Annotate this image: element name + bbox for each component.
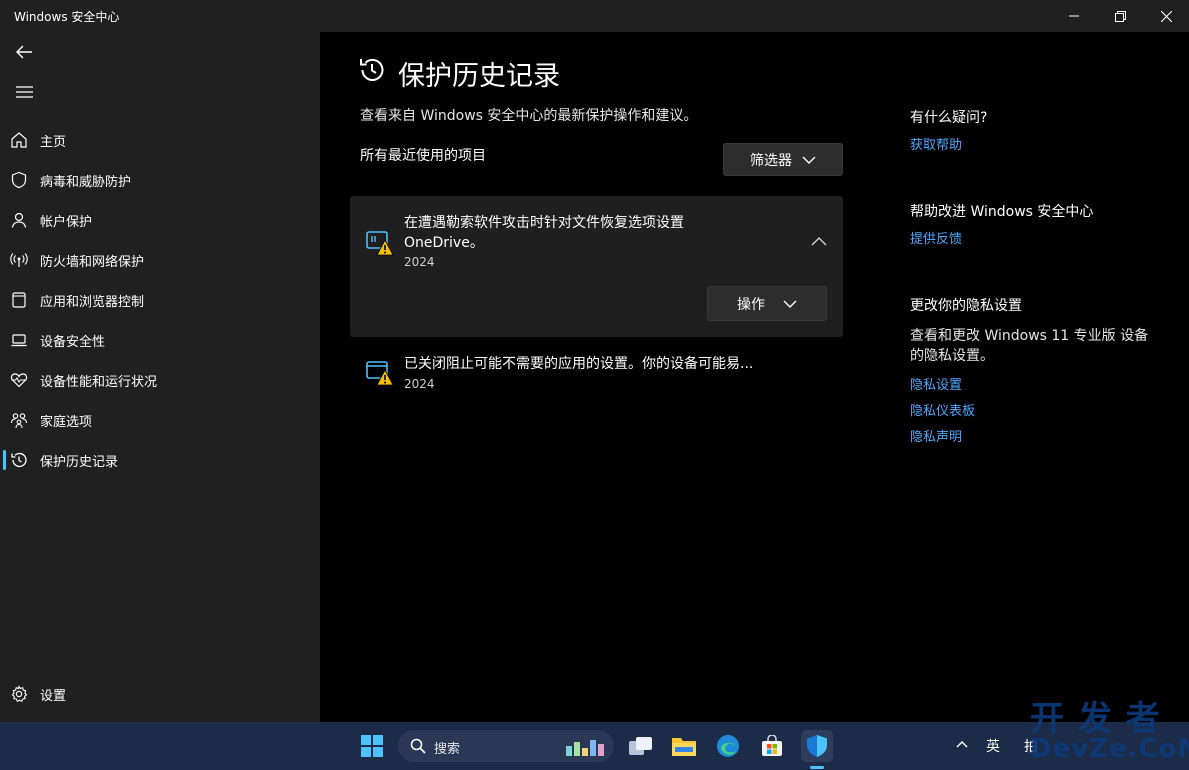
taskbar: 搜索 英 拍: [0, 722, 1189, 770]
task-view-button[interactable]: [625, 730, 657, 762]
gear-icon: [11, 685, 28, 703]
chevron-up-icon: [811, 236, 827, 245]
minimize-button[interactable]: [1051, 0, 1097, 32]
privacy-settings-link[interactable]: 隐私设置: [910, 374, 962, 393]
sidebar-item-virus-protection[interactable]: 病毒和威胁防护: [0, 162, 320, 198]
card-title: 已关闭阻止可能不需要的应用的设置。你的设备可能易...: [404, 356, 754, 372]
restore-button[interactable]: [1097, 0, 1143, 32]
privacy-statement-link[interactable]: 隐私声明: [910, 426, 962, 445]
taskbar-search[interactable]: 搜索: [398, 730, 614, 762]
history-icon: [360, 58, 384, 81]
search-highlight-icon: [566, 740, 604, 756]
sidebar-item-label: 家庭选项: [40, 414, 93, 430]
history-card[interactable]: 已关闭阻止可能不需要的应用的设置。你的设备可能易... 2024: [350, 348, 843, 404]
restore-icon: [1114, 10, 1126, 22]
close-button[interactable]: [1143, 0, 1189, 32]
chevron-down-icon: [802, 156, 816, 164]
close-icon: [1160, 10, 1172, 22]
collapse-button[interactable]: [808, 230, 830, 252]
laptop-icon: [11, 334, 27, 347]
app-window-icon: [12, 292, 26, 308]
back-arrow-icon: [16, 45, 32, 59]
action-label: 操作: [737, 296, 765, 313]
folder-icon: [672, 738, 696, 756]
sidebar-item-label: 帐户保护: [40, 214, 93, 230]
history-icon: [11, 452, 27, 468]
chevron-down-icon: [783, 300, 797, 308]
history-card[interactable]: 在遭遇勒索软件攻击时针对文件恢复选项设置 OneDrive。 2024 操作: [350, 196, 843, 337]
sidebar-item-device-performance[interactable]: 设备性能和运行状况: [0, 362, 320, 398]
watermark-line1: 开 发 者: [1030, 699, 1161, 739]
privacy-dashboard-link[interactable]: 隐私仪表板: [910, 400, 975, 419]
active-app-indicator: [810, 766, 824, 769]
card-title-line1: 在遭遇勒索软件攻击时针对文件恢复选项设置: [404, 215, 684, 231]
sidebar-item-label: 应用和浏览器控制: [40, 294, 145, 310]
heart-pulse-icon: [10, 373, 28, 388]
card-date: 2024: [404, 377, 435, 391]
sidebar-item-label: 主页: [40, 134, 67, 150]
sidebar-item-label: 设置: [40, 688, 67, 704]
start-button[interactable]: [356, 730, 388, 762]
app-warning-icon: [366, 231, 394, 256]
sidebar: 主页 病毒和威胁防护 帐户保护 防火墙和网络保护 应用和浏览器控制 设备安全性 …: [0, 32, 320, 722]
task-view-icon: [629, 737, 652, 755]
sidebar-item-settings[interactable]: 设置: [0, 676, 320, 712]
sidebar-item-label: 设备安全性: [40, 334, 106, 350]
hamburger-icon: [15, 86, 33, 98]
action-button[interactable]: 操作: [707, 286, 827, 321]
site-watermark: 开 发 者 DevZe.CoM: [1030, 702, 1189, 762]
home-icon: [11, 132, 27, 148]
person-icon: [11, 212, 27, 228]
antenna-icon: [10, 253, 28, 267]
sidebar-item-account-protection[interactable]: 帐户保护: [0, 202, 320, 238]
privacy-description: 查看和更改 Windows 11 专业版 设备的隐私设置。: [910, 328, 1149, 364]
family-icon: [10, 413, 28, 429]
sidebar-item-firewall[interactable]: 防火墙和网络保护: [0, 242, 320, 278]
sidebar-item-label: 病毒和威胁防护: [40, 174, 132, 190]
microsoft-store-button[interactable]: [756, 730, 788, 762]
tray-overflow-button[interactable]: [956, 736, 968, 752]
file-explorer-button[interactable]: [668, 730, 700, 762]
page-title: 保护历史记录: [398, 61, 560, 92]
watermark-line2: DevZe.CoM: [1030, 734, 1189, 764]
minimize-icon: [1069, 15, 1079, 17]
section-label: 所有最近使用的项目: [360, 148, 486, 164]
search-placeholder: 搜索: [434, 742, 461, 757]
input-language-indicator[interactable]: 英: [986, 736, 1000, 756]
get-help-link[interactable]: 获取帮助: [910, 134, 962, 153]
sidebar-item-protection-history[interactable]: 保护历史记录: [0, 442, 320, 478]
edge-icon: [717, 735, 739, 757]
security-shield-icon: [807, 735, 827, 757]
feedback-link[interactable]: 提供反馈: [910, 228, 962, 247]
windows-logo-icon: [361, 735, 383, 757]
sidebar-item-family-options[interactable]: 家庭选项: [0, 402, 320, 438]
menu-button[interactable]: [0, 72, 48, 112]
privacy-heading: 更改你的隐私设置: [910, 298, 1022, 314]
sidebar-item-label: 防火墙和网络保护: [40, 254, 145, 270]
sidebar-item-label: 保护历史记录: [40, 454, 119, 470]
page-subtitle: 查看来自 Windows 安全中心的最新保护操作和建议。: [360, 108, 698, 124]
filter-button[interactable]: 筛选器: [723, 143, 843, 176]
sidebar-item-device-security[interactable]: 设备安全性: [0, 322, 320, 358]
card-title-line2: OneDrive。: [404, 235, 484, 251]
windows-security-button[interactable]: [801, 730, 833, 762]
edge-browser-button[interactable]: [712, 730, 744, 762]
sidebar-item-app-browser-control[interactable]: 应用和浏览器控制: [0, 282, 320, 318]
help-heading: 有什么疑问?: [910, 110, 988, 126]
sidebar-item-label: 设备性能和运行状况: [40, 374, 158, 390]
shield-icon: [11, 171, 27, 189]
store-icon: [762, 735, 782, 756]
app-warning-icon: [366, 361, 394, 386]
filter-label: 筛选器: [750, 152, 792, 169]
sidebar-item-home[interactable]: 主页: [0, 122, 320, 158]
chevron-up-icon: [956, 740, 968, 748]
back-button[interactable]: [0, 32, 48, 72]
improve-heading: 帮助改进 Windows 安全中心: [910, 204, 1094, 220]
card-date: 2024: [404, 255, 435, 269]
search-icon: [410, 738, 426, 754]
window-title: Windows 安全中心: [14, 9, 120, 24]
title-bar: Windows 安全中心: [0, 0, 1189, 32]
main-content: 保护历史记录 查看来自 Windows 安全中心的最新保护操作和建议。 所有最近…: [320, 32, 1189, 722]
